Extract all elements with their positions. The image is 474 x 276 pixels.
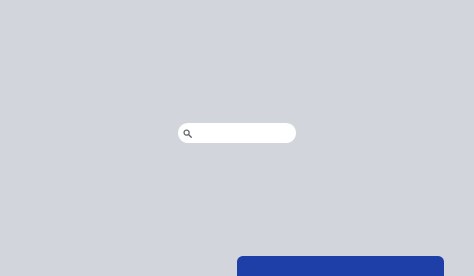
search-input[interactable] <box>196 125 292 141</box>
bottom-panel[interactable] <box>237 256 444 276</box>
search-icon <box>183 128 192 138</box>
search-bar[interactable] <box>178 123 296 143</box>
